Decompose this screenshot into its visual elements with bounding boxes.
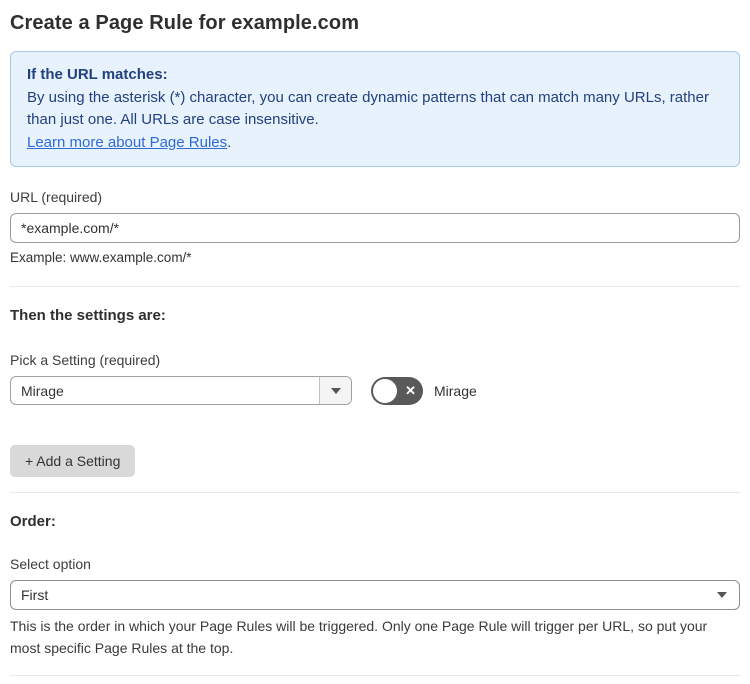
toggle-knob [373, 378, 397, 403]
section-divider [10, 286, 740, 287]
order-section-heading: Order: [10, 513, 56, 530]
settings-section-heading: Then the settings are: [10, 307, 166, 324]
info-box-body: By using the asterisk (*) character, you… [27, 88, 709, 129]
url-example-helper: Example: www.example.com/* [10, 250, 192, 265]
order-select[interactable]: First [10, 580, 740, 610]
chevron-down-icon [330, 387, 341, 394]
setting-dropdown-value: Mirage [21, 382, 64, 399]
select-option-label: Select option [10, 556, 91, 572]
pick-setting-label: Pick a Setting (required) [10, 352, 161, 368]
setting-dropdown-button[interactable] [319, 377, 351, 404]
url-match-info-box: If the URL matches: By using the asteris… [10, 51, 740, 167]
mirage-toggle[interactable]: ✕ [371, 376, 423, 405]
chevron-down-icon [717, 592, 727, 598]
url-input[interactable] [10, 213, 740, 243]
link-suffix: . [227, 133, 232, 151]
add-setting-button[interactable]: + Add a Setting [10, 445, 136, 477]
order-helper-text: This is the order in which your Page Rul… [10, 618, 708, 656]
learn-more-link[interactable]: Learn more about Page Rules [27, 134, 227, 151]
info-box-heading: If the URL matches: [27, 66, 168, 83]
toggle-label: Mirage [434, 382, 477, 399]
setting-dropdown[interactable]: Mirage [10, 376, 352, 405]
footer-divider [10, 675, 740, 677]
order-select-value: First [21, 587, 49, 603]
x-icon: ✕ [405, 383, 416, 398]
url-field-label: URL (required) [10, 189, 103, 205]
add-setting-row: + Add a Setting [10, 445, 740, 477]
setting-row: Mirage ✕ Mirage [10, 376, 740, 405]
create-page-rule-dialog: Create a Page Rule for example.com If th… [0, 0, 750, 684]
page-title: Create a Page Rule for example.com [10, 12, 360, 34]
info-box-link-line: Learn more about Page Rules. [27, 132, 723, 155]
section-divider [10, 492, 740, 493]
